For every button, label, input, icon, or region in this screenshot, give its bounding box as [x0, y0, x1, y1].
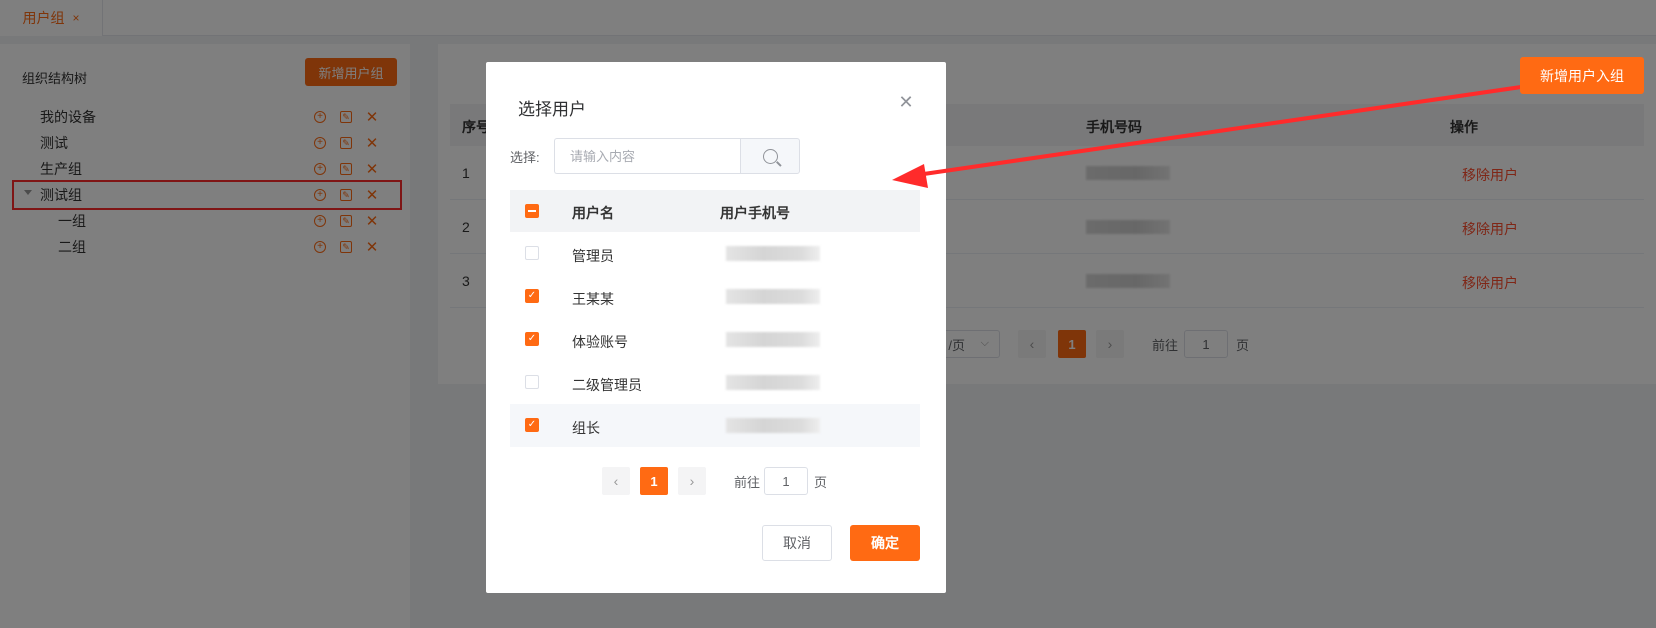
user-select-table: 用户名 用户手机号 管理员 ✓ 王某某 ✓ 体验账号 二级管理员 ✓ 组长: [510, 190, 920, 447]
cancel-button[interactable]: 取消: [762, 525, 832, 561]
select-label: 选择:: [510, 149, 540, 165]
search-button[interactable]: [740, 138, 800, 174]
user-table-header: 用户名 用户手机号: [510, 190, 920, 232]
user-search-row: 选择:: [510, 138, 800, 174]
table-row[interactable]: ✓ 组长: [510, 404, 920, 447]
select-user-dialog: 选择用户 ✕ 选择: 用户名 用户手机号 管理员 ✓ 王某某 ✓ 体验账号: [486, 62, 946, 593]
user-name: 王某某: [572, 291, 614, 307]
row-checkbox[interactable]: ✓: [525, 332, 539, 346]
search-icon: [762, 148, 778, 164]
table-row[interactable]: 二级管理员: [510, 361, 920, 404]
table-row[interactable]: ✓ 王某某: [510, 275, 920, 318]
phone-redacted: [726, 332, 820, 347]
user-name: 组长: [572, 420, 600, 436]
row-checkbox[interactable]: ✓: [525, 418, 539, 432]
goto-page-input[interactable]: [764, 467, 809, 495]
user-search-input[interactable]: [554, 138, 740, 174]
user-name: 二级管理员: [572, 377, 642, 393]
prev-page-button[interactable]: ‹: [602, 467, 630, 495]
row-checkbox[interactable]: [525, 375, 539, 389]
column-header-user-phone: 用户手机号: [720, 205, 790, 221]
next-page-button[interactable]: ›: [678, 467, 706, 495]
confirm-button[interactable]: 确定: [850, 525, 920, 561]
dialog-title: 选择用户: [518, 100, 586, 119]
phone-redacted: [726, 418, 820, 433]
column-header-username: 用户名: [572, 205, 614, 221]
dialog-footer: 取消 确定: [762, 525, 920, 561]
phone-redacted: [726, 375, 820, 390]
phone-redacted: [726, 289, 820, 304]
phone-redacted: [726, 246, 820, 261]
table-row[interactable]: ✓ 体验账号: [510, 318, 920, 361]
table-row[interactable]: 管理员: [510, 232, 920, 275]
page-number-current[interactable]: 1: [640, 467, 668, 495]
row-checkbox[interactable]: ✓: [525, 289, 539, 303]
user-name: 体验账号: [572, 334, 628, 350]
select-all-checkbox[interactable]: [525, 204, 539, 218]
goto-label: 前往: [734, 474, 761, 490]
dialog-pagination: ‹ 1 › 前往 页: [602, 467, 827, 495]
close-icon[interactable]: ✕: [896, 92, 916, 112]
row-checkbox[interactable]: [525, 246, 539, 260]
add-user-to-group-button[interactable]: 新增用户入组: [1520, 57, 1644, 94]
user-name: 管理员: [572, 248, 614, 264]
page-suffix: 页: [814, 474, 828, 490]
